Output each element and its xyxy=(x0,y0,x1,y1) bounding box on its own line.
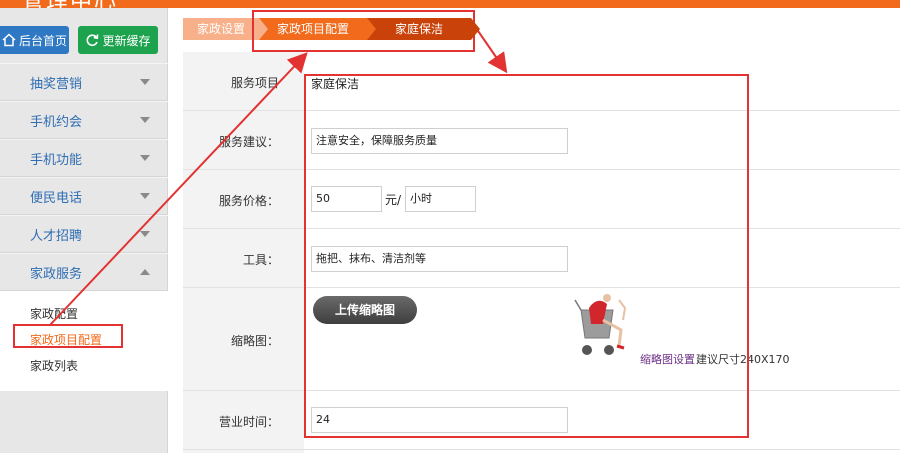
annotation-arrows xyxy=(49,27,508,326)
